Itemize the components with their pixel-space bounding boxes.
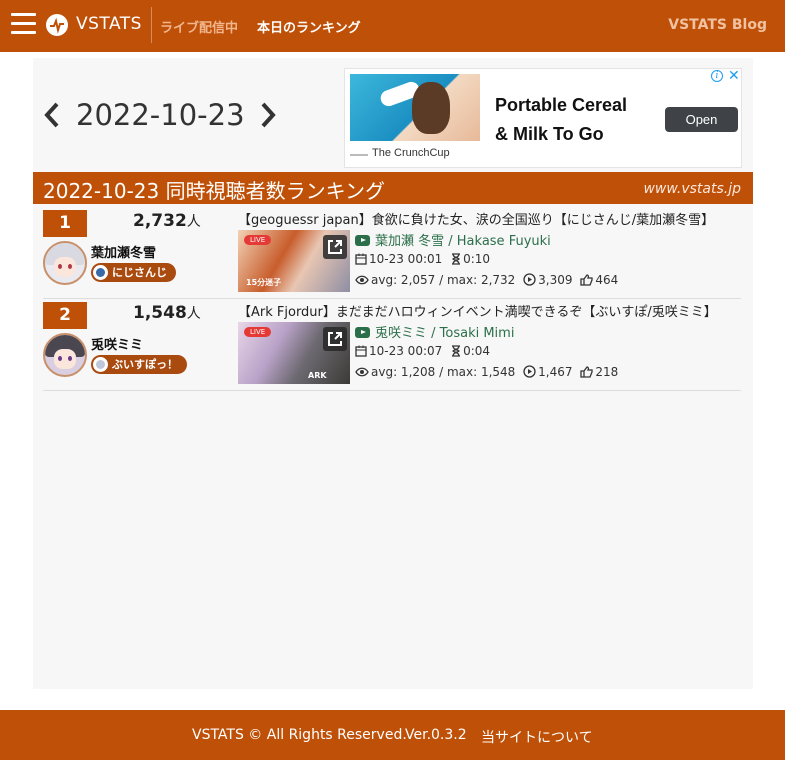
- thumbs-up-icon: [580, 274, 593, 286]
- streamer-name[interactable]: 葉加瀬冬雪: [91, 242, 156, 261]
- ad-image[interactable]: [350, 74, 480, 141]
- nav-ranking-link[interactable]: 本日のランキング: [257, 17, 361, 36]
- streamer-name[interactable]: 兎咲ミミ: [91, 334, 143, 353]
- pulse-logo-icon[interactable]: [46, 14, 68, 36]
- channel-link[interactable]: 葉加瀬 冬雪 / Hakase Fuyuki: [355, 230, 551, 249]
- nav-blog-link[interactable]: VSTATS Blog: [668, 17, 767, 33]
- ranking-title: 2022-10-23 同時視聴者数ランキング: [43, 179, 385, 203]
- current-date: 2022-10-23: [76, 98, 245, 132]
- nav-divider: [151, 7, 152, 43]
- advertisement[interactable]: Portable Cereal & Milk To Go Open The Cr…: [344, 68, 742, 168]
- video-thumbnail[interactable]: LIVE ARK: [238, 322, 350, 384]
- vspo-icon: [93, 357, 108, 372]
- youtube-icon: [355, 235, 370, 246]
- close-icon[interactable]: ✕: [728, 68, 740, 84]
- rank-badge: 2: [43, 302, 87, 329]
- ad-source[interactable]: The CrunchCup: [372, 147, 450, 159]
- ad-source-line: [350, 154, 368, 156]
- viewer-count: 2,732人: [133, 211, 201, 231]
- thumbnail-caption: 15分迷子: [246, 278, 282, 287]
- stream-time: 10-23 00:07 0:04: [355, 344, 490, 358]
- avatar[interactable]: [43, 333, 87, 377]
- live-label: LIVE: [244, 327, 272, 337]
- nijisanji-icon: [93, 265, 108, 280]
- play-circle-icon: [523, 273, 536, 286]
- group-badge[interactable]: にじさんじ: [91, 263, 176, 282]
- date-navigator: 2022-10-23: [43, 95, 277, 135]
- chevron-right-icon[interactable]: [259, 100, 277, 130]
- chevron-left-icon[interactable]: [43, 100, 61, 130]
- calendar-icon: [355, 345, 367, 357]
- stream-stats: avg: 2,057 / max: 2,732 3,309 464: [355, 273, 618, 287]
- ad-headline-line2[interactable]: & Milk To Go: [495, 120, 627, 149]
- video-thumbnail[interactable]: LIVE 15分迷子: [238, 230, 350, 292]
- eye-icon: [355, 275, 369, 285]
- ad-headline[interactable]: Portable Cereal & Milk To Go: [495, 91, 627, 149]
- ad-open-button[interactable]: Open: [665, 107, 738, 132]
- video-title[interactable]: 【geoguessr japan】食欲に負けた女、涙の全国巡り【にじさんじ/葉加…: [238, 209, 738, 228]
- nav-live-link[interactable]: ライブ配信中: [160, 17, 238, 36]
- ranking-row: 1 2,732人 葉加瀬冬雪 にじさんじ 【geoguessr japan】食欲…: [43, 207, 741, 299]
- site-url: www.vstats.jp: [643, 181, 741, 197]
- menu-icon[interactable]: [11, 13, 36, 37]
- youtube-icon: [355, 327, 370, 338]
- live-label: LIVE: [244, 235, 272, 245]
- eye-icon: [355, 367, 369, 377]
- channel-link[interactable]: 兎咲ミミ / Tosaki Mimi: [355, 322, 514, 341]
- rank-badge: 1: [43, 210, 87, 237]
- group-badge[interactable]: ぶいすぽっ！: [91, 355, 187, 374]
- viewer-count: 1,548人: [133, 303, 201, 323]
- play-circle-icon: [523, 365, 536, 378]
- calendar-icon: [355, 253, 367, 265]
- external-link-icon[interactable]: [323, 327, 347, 351]
- ranking-header: 2022-10-23 同時視聴者数ランキング www.vstats.jp: [33, 172, 753, 204]
- brand-link[interactable]: VSTATS: [76, 14, 142, 34]
- external-link-icon[interactable]: [323, 235, 347, 259]
- stream-time: 10-23 00:01 0:10: [355, 252, 490, 266]
- thumbs-up-icon: [580, 366, 593, 378]
- top-navbar: VSTATS ライブ配信中 本日のランキング VSTATS Blog: [0, 0, 785, 52]
- info-icon[interactable]: i: [711, 70, 723, 82]
- hourglass-icon: [452, 253, 461, 265]
- ad-headline-line1[interactable]: Portable Cereal: [495, 91, 627, 120]
- footer: VSTATS © All Rights Reserved. Ver.0.3.2 …: [0, 710, 785, 760]
- hourglass-icon: [452, 345, 461, 357]
- avatar[interactable]: [43, 241, 87, 285]
- about-link[interactable]: 当サイトについて: [481, 727, 593, 747]
- video-title[interactable]: 【Ark Fjordur】まだまだハロウィンイベント満喫できるぞ【ぶいすぽ/兎咲…: [238, 301, 738, 320]
- ranking-row: 2 1,548人 兎咲ミミ ぶいすぽっ！ 【Ark Fjordur】まだまだハロ…: [43, 299, 741, 391]
- copyright: VSTATS © All Rights Reserved.: [192, 727, 407, 743]
- stream-stats: avg: 1,208 / max: 1,548 1,467 218: [355, 365, 618, 379]
- version: Ver.0.3.2: [405, 727, 467, 743]
- thumbnail-caption: ARK: [308, 371, 327, 380]
